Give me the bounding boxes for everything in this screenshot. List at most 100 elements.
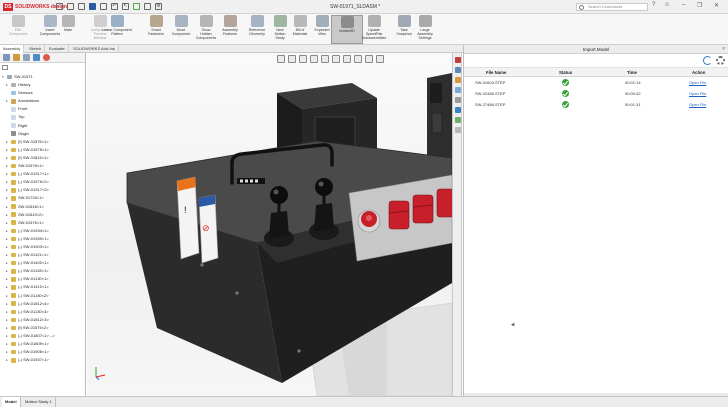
property-manager-tab-icon[interactable] <box>13 54 20 61</box>
tree-item[interactable]: Origin <box>0 130 85 138</box>
design-library-icon[interactable] <box>455 67 461 73</box>
tree-item[interactable]: ▸ (-) SW-01812<3> <box>0 316 85 324</box>
tree-item[interactable]: ▸ (-) SW-01402<1> <box>0 259 85 267</box>
expand-arrow-icon[interactable]: ▸ <box>6 324 10 332</box>
tree-item[interactable]: ▸ (-) SW-01903<1> <box>0 243 85 251</box>
dimxpert-tab-icon[interactable] <box>33 54 40 61</box>
tree-item[interactable]: ▸ (-) SW-01937<1> <box>0 356 85 364</box>
settings-gear-icon[interactable] <box>716 56 725 65</box>
tree-item[interactable]: ▸ (-) SW-01939<1> <box>0 235 85 243</box>
graphics-area[interactable]: ! ⊘ <box>87 53 452 396</box>
expand-arrow-icon[interactable]: ▸ <box>6 170 10 178</box>
tree-item[interactable]: ▸ (f) SW-01815<1> <box>0 154 85 162</box>
expand-arrow-icon[interactable]: ▸ <box>6 300 10 308</box>
command-tab[interactable]: Assembly <box>0 45 25 53</box>
ribbon-button-16[interactable]: Large Assembly Settings <box>409 15 441 44</box>
expand-arrow-icon[interactable]: ▸ <box>6 340 10 348</box>
expand-arrow-icon[interactable]: ▸ <box>6 235 10 243</box>
custom-properties-icon[interactable] <box>455 107 461 113</box>
expand-arrow-icon[interactable]: ▸ <box>6 283 10 291</box>
forum-icon[interactable] <box>455 117 461 123</box>
tree-item[interactable]: ▸ (-) SW-01934<1> <box>0 227 85 235</box>
command-tab[interactable]: Evaluate <box>46 45 69 53</box>
restore-icon[interactable]: ❐ <box>697 2 702 9</box>
expand-arrow-icon[interactable]: ▸ <box>6 275 10 283</box>
tree-item[interactable]: ▸ (-) SW-01130<2> <box>0 292 85 300</box>
help-icon[interactable]: ? <box>652 2 655 8</box>
file-properties-icon[interactable] <box>144 3 151 10</box>
tree-item[interactable]: ▸ SW-01576<1> <box>0 219 85 227</box>
file-explorer-icon[interactable] <box>455 77 461 83</box>
tree-item[interactable]: Sensors <box>0 89 85 97</box>
tree-item[interactable]: ▸ (-) SW-01130<3> <box>0 308 85 316</box>
tree-item[interactable]: ▸ (-) SW-01807<1> --> <box>0 332 85 340</box>
expand-arrow-icon[interactable]: ▸ <box>6 316 10 324</box>
tree-item[interactable]: ▸ (-) SW-01812<4> <box>0 300 85 308</box>
expand-arrow-icon[interactable]: ▸ <box>6 146 10 154</box>
select-icon[interactable]: ↖ <box>122 3 129 10</box>
expand-arrow-icon[interactable]: ▸ <box>6 203 10 211</box>
open-file-link[interactable]: Open File <box>689 77 706 88</box>
expand-arrow-icon[interactable]: ▸ <box>6 194 10 202</box>
close-window-icon[interactable]: ✕ <box>714 2 719 9</box>
bottom-tab[interactable]: Motion Study 1 <box>22 397 56 407</box>
view-palette-icon[interactable] <box>455 87 461 93</box>
appearances-icon[interactable] <box>455 97 461 103</box>
tree-item[interactable]: ▸ (-) SW-01121<1> <box>0 251 85 259</box>
home-icon[interactable]: ⌂ <box>56 3 63 10</box>
tree-item[interactable]: ▾ SW-01971 <box>0 73 85 81</box>
tree-item[interactable]: ▸ (-) SW-01575<1> <box>0 146 85 154</box>
expand-arrow-icon[interactable]: ▸ <box>6 211 10 219</box>
expand-arrow-icon[interactable]: ▸ <box>6 292 10 300</box>
tree-item[interactable]: ▸ SW-01818<1> <box>0 203 85 211</box>
configuration-manager-tab-icon[interactable] <box>23 54 30 61</box>
expand-arrow-icon[interactable]: ▸ <box>6 219 10 227</box>
tree-item[interactable]: Front <box>0 105 85 113</box>
tree-item[interactable]: ▸ (-) SW-01917<2> <box>0 186 85 194</box>
tree-item[interactable]: ▸ (-) SW-01130<1> <box>0 275 85 283</box>
minimize-icon[interactable]: – <box>682 2 685 8</box>
search-commands-input[interactable]: Search Commands <box>576 3 648 11</box>
expand-arrow-icon[interactable]: ▸ <box>6 162 10 170</box>
tree-item[interactable]: ▸ (-) SW-01917<1> <box>0 170 85 178</box>
rebuild-icon[interactable] <box>133 3 140 10</box>
account-icon[interactable]: ☺ <box>664 2 670 8</box>
display-manager-tab-icon[interactable] <box>43 54 50 61</box>
expand-arrow-icon[interactable]: ▸ <box>6 178 10 186</box>
expand-arrow-icon[interactable]: ▸ <box>6 81 10 89</box>
filter-icon[interactable] <box>2 65 8 70</box>
ribbon-button-14[interactable]: Update SpeedPak Subassemblies <box>358 15 390 44</box>
tree-item[interactable]: ▸ (f) SW-01576<1> <box>0 138 85 146</box>
tree-item[interactable]: ▸ SW-01810<2> <box>0 211 85 219</box>
expand-arrow-icon[interactable]: ▸ <box>6 138 10 146</box>
undo-icon[interactable]: ↶ <box>111 3 118 10</box>
expand-arrow-icon[interactable]: ▾ <box>2 73 6 81</box>
expand-arrow-icon[interactable]: ▸ <box>6 267 10 275</box>
expand-arrow-icon[interactable]: ▸ <box>6 356 10 364</box>
ribbon-button-2[interactable]: Mate <box>52 15 84 44</box>
expand-arrow-icon[interactable]: ▸ <box>6 97 10 105</box>
panel-close-icon[interactable]: × <box>722 45 725 54</box>
expand-arrow-icon[interactable]: ▸ <box>6 243 10 251</box>
expand-arrow-icon[interactable]: ▸ <box>6 251 10 259</box>
bottom-tab[interactable]: Model <box>2 397 21 407</box>
tree-item[interactable]: ▸ (-) SW-01809<1> <box>0 340 85 348</box>
tree-item[interactable]: ▸ (-) SW-01576<2> <box>0 178 85 186</box>
feature-tree-tab-icon[interactable] <box>3 54 10 61</box>
add-in-icon[interactable] <box>455 127 461 133</box>
tree-item[interactable]: ▸ (-) SW-01412<1> <box>0 283 85 291</box>
save-icon[interactable] <box>89 3 96 10</box>
tree-item[interactable]: Right <box>0 122 85 130</box>
solidworks-resources-icon[interactable] <box>455 57 461 63</box>
expand-arrow-icon[interactable]: ▸ <box>6 348 10 356</box>
command-tab[interactable]: SOLIDWORKS Add-Ins <box>70 45 119 53</box>
expand-arrow-icon[interactable]: ▸ <box>6 308 10 316</box>
ribbon-button-0[interactable]: Edit Component <box>2 15 34 44</box>
tree-item[interactable]: ▸ SW-01578<1> <box>0 162 85 170</box>
tree-item[interactable]: Top <box>0 113 85 121</box>
tree-item[interactable]: ▸ (f) SW-01575<2> <box>0 324 85 332</box>
open-file-link[interactable]: Open File <box>689 88 706 99</box>
expand-arrow-icon[interactable]: ▸ <box>6 259 10 267</box>
tree-item[interactable]: ▸ (-) SW-01906<1> <box>0 348 85 356</box>
expand-arrow-icon[interactable]: ▸ <box>6 332 10 340</box>
